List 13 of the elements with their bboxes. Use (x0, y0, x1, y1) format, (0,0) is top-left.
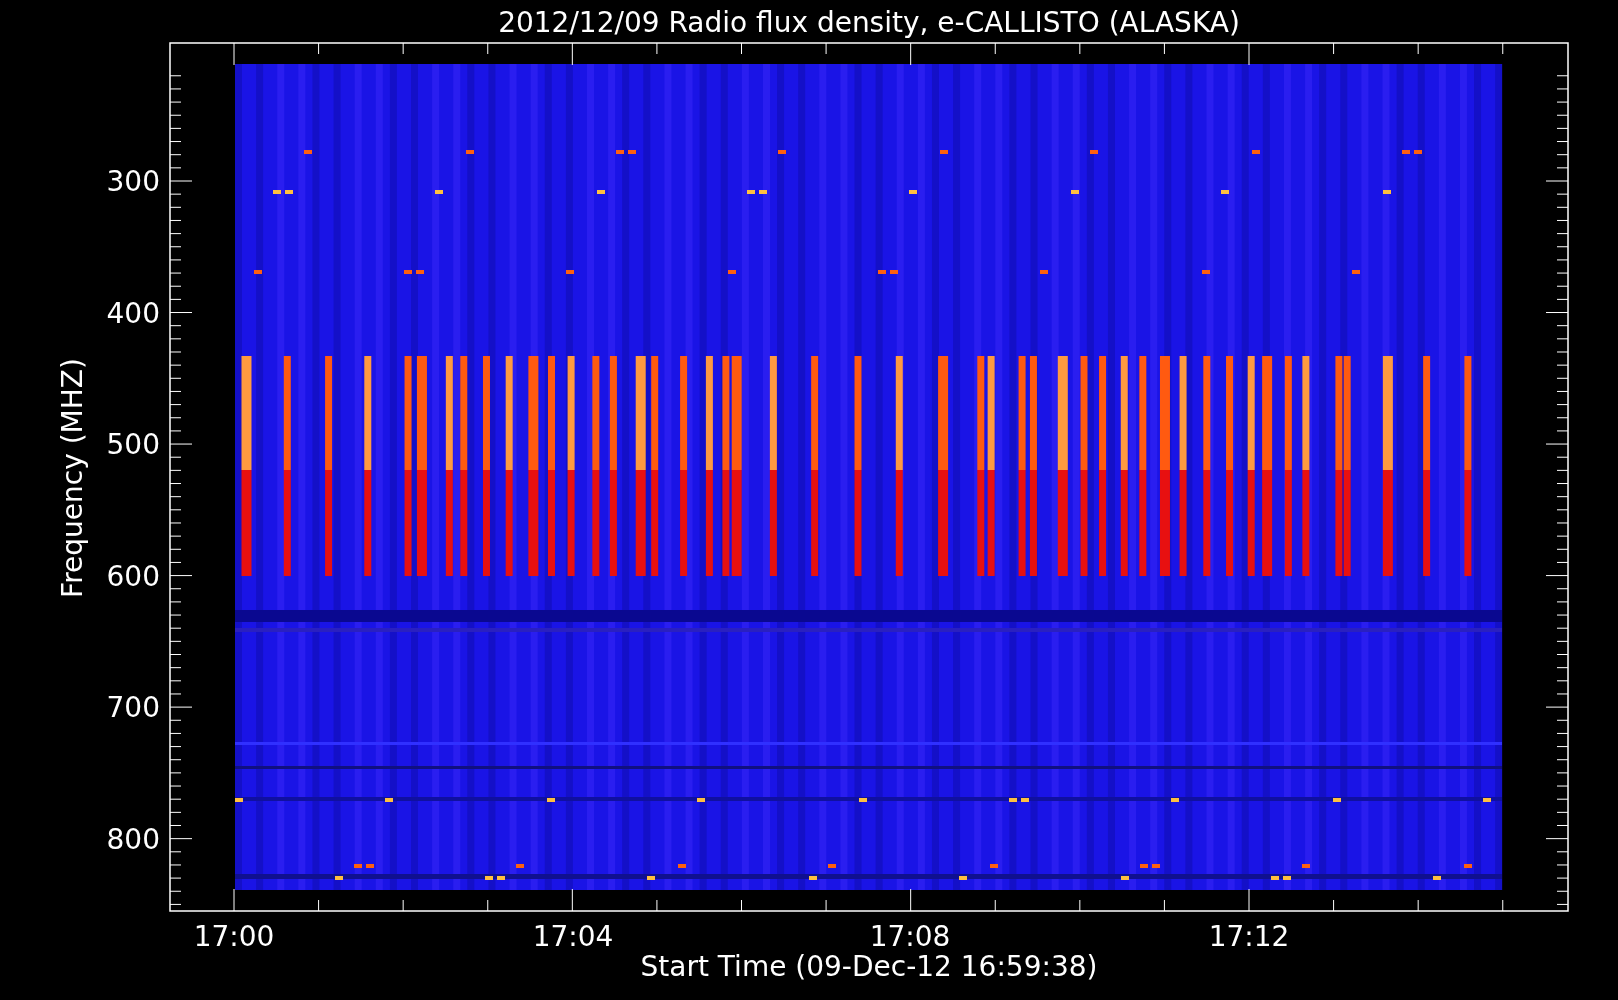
x-tick-label: 17:04 (532, 920, 614, 953)
y-axis-label: Frequency (MHZ) (56, 358, 89, 598)
chart-title: 2012/12/09 Radio flux density, e-CALLISTO (ALASKA) (498, 6, 1240, 39)
x-tick-label: 17:08 (869, 920, 951, 953)
y-tick-label: 500 (106, 428, 160, 462)
y-tick-label: 400 (106, 296, 160, 330)
x-tick-label: 17:00 (193, 920, 275, 953)
x-axis-label: Start Time (09-Dec-12 16:59:38) (640, 950, 1098, 983)
y-tick-label: 800 (106, 822, 160, 856)
y-tick-label: 600 (106, 559, 160, 593)
y-tick-label: 300 (106, 165, 160, 198)
x-tick-label: 17:12 (1208, 920, 1290, 953)
y-tick-label: 700 (106, 691, 160, 725)
